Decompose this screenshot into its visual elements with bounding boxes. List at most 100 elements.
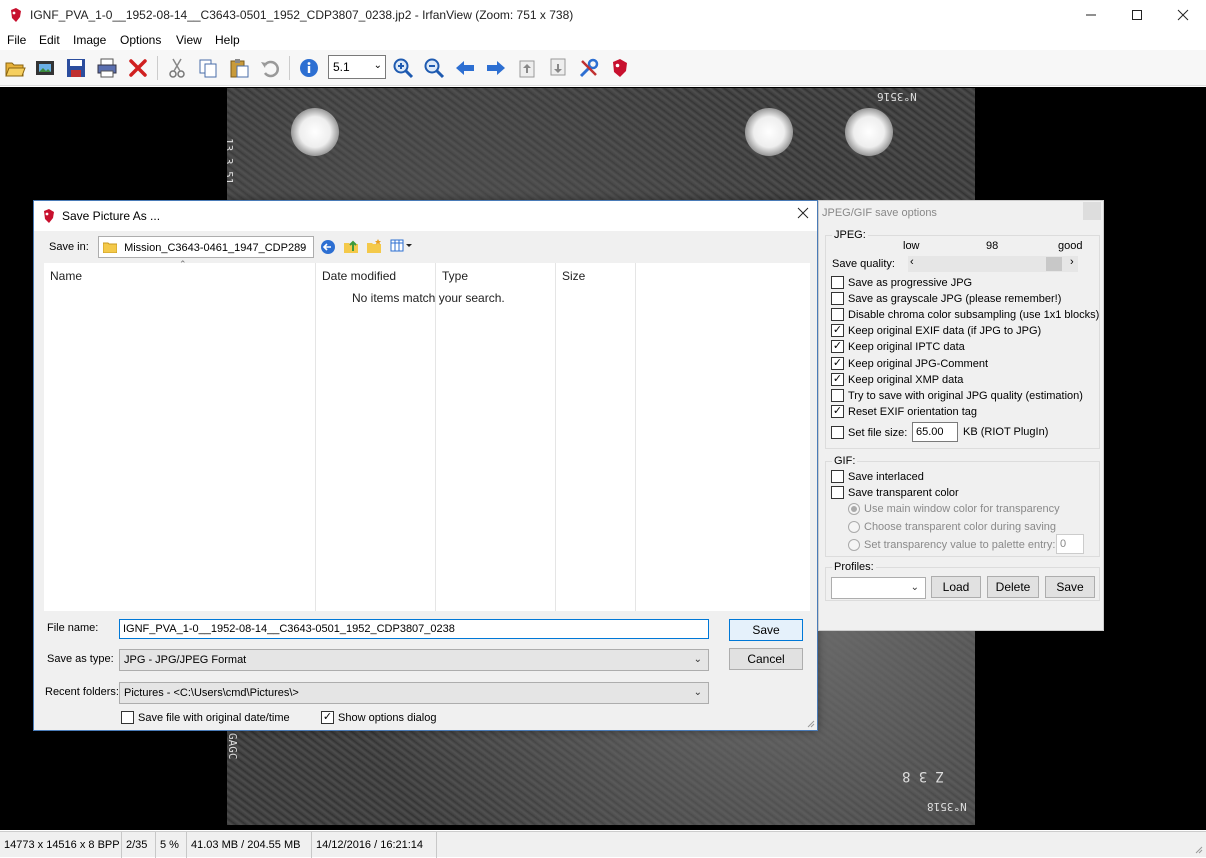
set-file-size-checkbox[interactable]: Set file size: [831, 426, 907, 439]
delete-button[interactable] [125, 55, 151, 81]
keep-iptc-label: Keep original IPTC data [848, 340, 965, 353]
new-folder-icon[interactable] [366, 238, 382, 254]
column-type[interactable]: Type [436, 263, 556, 611]
open-button[interactable] [2, 55, 28, 81]
quality-slider[interactable]: ‹ › [908, 256, 1078, 272]
options-close-button[interactable] [1083, 202, 1101, 220]
original-quality-checkbox[interactable]: Try to save with original JPG quality (e… [831, 389, 1083, 402]
keep-exif-checkbox[interactable]: ✓ Keep original EXIF data (if JPG to JPG) [831, 324, 1041, 337]
view-menu-icon[interactable] [390, 239, 414, 253]
menu-options[interactable]: Options [120, 33, 161, 47]
previous-button[interactable] [452, 55, 478, 81]
original-date-checkbox[interactable]: Save file with original date/time [121, 711, 290, 724]
column-name[interactable]: ⌃ Name [44, 259, 316, 611]
resize-grip-icon[interactable] [805, 718, 815, 728]
save-button[interactable]: Save [729, 619, 803, 641]
grayscale-checkbox[interactable]: Save as grayscale JPG (please remember!) [831, 292, 1061, 305]
menu-help[interactable]: Help [215, 33, 240, 47]
page-down-button[interactable] [545, 55, 571, 81]
set-file-size-label: Set file size: [848, 426, 908, 439]
slideshow-button[interactable] [32, 55, 58, 81]
zoom-out-button[interactable] [421, 55, 447, 81]
radio-main-window-color[interactable]: Use main window color for transparency [848, 503, 1060, 515]
close-window-button[interactable] [1160, 0, 1206, 30]
save-as-type-value: JPG - JPG/JPEG Format [124, 654, 247, 666]
column-header-type: Type [442, 269, 469, 283]
original-quality-label: Try to save with original JPG quality (e… [848, 389, 1083, 402]
reset-orientation-checkbox[interactable]: ✓ Reset EXIF orientation tag [831, 405, 977, 418]
copy-button[interactable] [195, 55, 221, 81]
slideshow-icon [36, 61, 54, 75]
page-up-icon [519, 60, 535, 78]
maximize-button[interactable] [1114, 0, 1160, 30]
menu-view[interactable]: View [176, 33, 202, 47]
radio-palette-entry[interactable]: Set transparency value to palette entry: [848, 539, 1055, 551]
about-button[interactable] [607, 55, 633, 81]
checkmark-icon: ✓ [831, 405, 844, 418]
save-profile-button[interactable]: Save [1045, 576, 1095, 598]
gif-transparent-checkbox[interactable]: Save transparent color [831, 486, 959, 499]
column-size[interactable]: Size [556, 263, 636, 611]
cancel-button[interactable]: Cancel [729, 648, 803, 670]
back-icon[interactable] [320, 239, 336, 255]
checkbox-box [121, 711, 134, 724]
next-icon [487, 61, 505, 75]
menu-file[interactable]: File [7, 33, 26, 47]
progressive-checkbox[interactable]: Save as progressive JPG [831, 276, 972, 289]
menu-edit[interactable]: Edit [39, 33, 60, 47]
irfanview-icon [613, 59, 627, 77]
checkmark-icon: ✓ [831, 340, 844, 353]
print-button[interactable] [94, 55, 120, 81]
dialog-title-bar: Save Picture As ... [34, 201, 817, 231]
column-date-modified[interactable]: Date modified [316, 263, 436, 611]
radio-choose-color[interactable]: Choose transparent color during saving [848, 521, 1056, 533]
keep-comment-checkbox[interactable]: ✓ Keep original JPG-Comment [831, 357, 988, 370]
info-button[interactable] [296, 55, 322, 81]
up-folder-icon[interactable] [343, 238, 359, 254]
keep-exif-label: Keep original EXIF data (if JPG to JPG) [848, 324, 1042, 337]
paste-button[interactable] [226, 55, 252, 81]
zoom-combobox[interactable]: 5.1 ⌄ [328, 55, 386, 79]
delete-profile-button[interactable]: Delete [987, 576, 1039, 598]
profiles-combobox[interactable]: ⌄ [831, 577, 926, 599]
show-options-checkbox[interactable]: ✓ Show options dialog [321, 711, 436, 724]
cut-button[interactable] [164, 55, 190, 81]
keep-xmp-checkbox[interactable]: ✓ Keep original XMP data [831, 373, 963, 386]
page-up-button[interactable] [514, 55, 540, 81]
scroll-left-icon[interactable]: ‹ [910, 256, 914, 268]
undo-button[interactable] [257, 55, 283, 81]
save-as-type-combobox[interactable]: JPG - JPG/JPEG Format ⌄ [119, 649, 709, 671]
zoom-in-button[interactable] [390, 55, 416, 81]
copy-icon [199, 59, 217, 78]
dialog-close-button[interactable] [797, 206, 809, 224]
gif-interlaced-label: Save interlaced [848, 470, 924, 483]
cut-icon [169, 58, 185, 78]
minimize-button[interactable] [1068, 0, 1114, 30]
gif-group-label: GIF: [832, 455, 858, 467]
save-button[interactable] [63, 55, 89, 81]
maximize-icon [1132, 10, 1142, 20]
recent-folders-combobox[interactable]: Pictures - <C:\Users\cmd\Pictures\> ⌄ [119, 682, 709, 704]
file-name-input[interactable]: IGNF_PVA_1-0__1952-08-14__C3643-0501_195… [119, 619, 709, 639]
folder-icon [102, 242, 118, 254]
resize-grip-icon[interactable] [1193, 844, 1203, 854]
radio-palette-label: Set transparency value to palette entry: [864, 539, 1056, 551]
keep-iptc-checkbox[interactable]: ✓ Keep original IPTC data [831, 340, 965, 353]
slider-thumb[interactable] [1046, 257, 1062, 271]
scroll-right-icon[interactable]: › [1070, 256, 1074, 268]
status-index: 2/35 [122, 832, 156, 858]
palette-entry-input[interactable]: 0 [1056, 534, 1084, 554]
settings-button[interactable] [576, 55, 602, 81]
file-size-input[interactable]: 65.00 [912, 422, 958, 442]
save-as-type-label: Save as type: [47, 653, 114, 665]
chroma-subsampling-checkbox[interactable]: Disable chroma color subsampling (use 1x… [831, 308, 1099, 321]
next-button[interactable] [483, 55, 509, 81]
file-list[interactable]: ⌃ Name Date modified Type Size No items … [44, 259, 810, 611]
load-profile-button[interactable]: Load [931, 576, 981, 598]
menu-image[interactable]: Image [73, 33, 106, 47]
profiles-label: Profiles: [832, 561, 876, 573]
chevron-down-icon: ⌄ [373, 60, 382, 71]
save-in-combobox[interactable]: Mission_C3643-0461_1947_CDP289 ⌄ [98, 236, 314, 258]
gif-interlaced-checkbox[interactable]: Save interlaced [831, 470, 924, 483]
radio-icon [848, 521, 860, 533]
